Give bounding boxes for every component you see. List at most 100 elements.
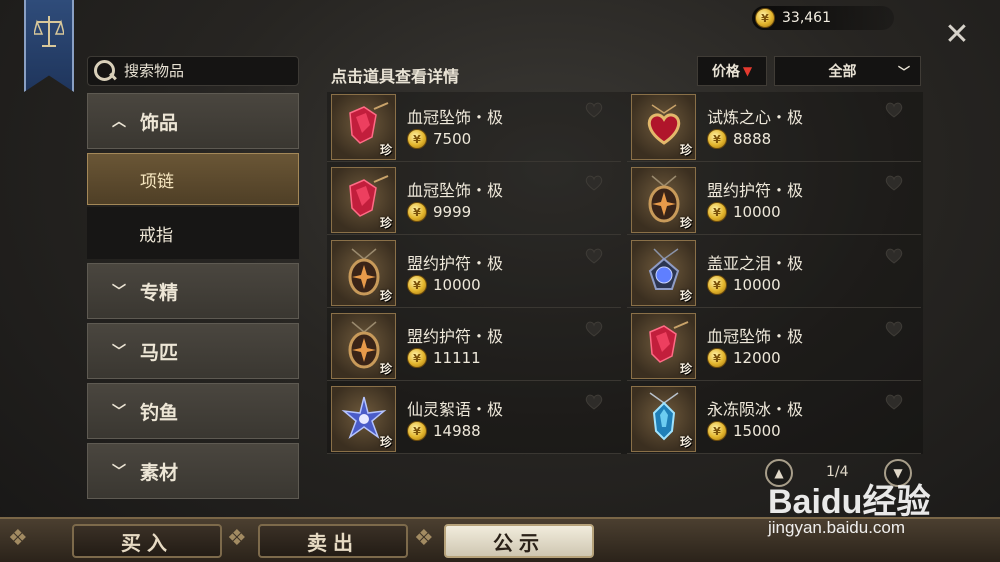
category-label: 马匹	[140, 341, 179, 364]
category-specialty[interactable]: ﹀ 专精	[87, 263, 299, 319]
item-icon: 珍	[631, 167, 696, 233]
heart-icon[interactable]	[885, 248, 903, 264]
item-card[interactable]: 珍 试炼之心・极 ¥8888	[627, 92, 921, 162]
heart-icon[interactable]	[585, 175, 603, 191]
ornament-icon: ❖	[227, 526, 247, 551]
subcategory-necklace[interactable]: 项链	[87, 153, 299, 205]
tab-label: 公示	[493, 530, 545, 555]
heart-icon[interactable]	[885, 175, 903, 191]
item-price: ¥14988	[407, 421, 481, 441]
item-price: ¥10000	[407, 275, 481, 295]
category-horse[interactable]: ﹀ 马匹	[87, 323, 299, 379]
price-value: 8888	[733, 130, 772, 148]
item-icon: 珍	[631, 313, 696, 379]
heart-icon[interactable]	[885, 394, 903, 410]
item-name: 血冠坠饰・极	[407, 108, 504, 127]
item-price: ¥12000	[707, 348, 781, 368]
heart-icon[interactable]	[585, 321, 603, 337]
item-name: 试炼之心・极	[707, 108, 804, 127]
category-accessories[interactable]: ︿ 饰品	[87, 93, 299, 149]
item-price: ¥15000	[707, 421, 781, 441]
rarity-tag: 珍	[379, 435, 392, 449]
search-icon	[90, 57, 118, 85]
ornament-icon: ❖	[414, 526, 434, 551]
tab-sell[interactable]: 卖出	[258, 524, 408, 558]
item-icon: 珍	[631, 94, 696, 160]
item-card[interactable]: 珍 永冻陨冰・极 ¥15000	[627, 384, 921, 454]
item-name: 盟约护符・极	[707, 181, 804, 200]
item-name: 血冠坠饰・极	[707, 327, 804, 346]
item-name: 盟约护符・极	[407, 327, 504, 346]
category-label: 素材	[140, 461, 179, 484]
price-value: 10000	[733, 276, 781, 294]
tab-buy[interactable]: 买入	[72, 524, 222, 558]
category-materials[interactable]: ﹀ 素材	[87, 443, 299, 499]
item-price: ¥8888	[707, 129, 771, 149]
item-name: 盖亚之泪・极	[707, 254, 804, 273]
price-value: 10000	[433, 276, 481, 294]
sort-down-arrow-icon: ▼	[742, 64, 753, 78]
price-value: 14988	[433, 422, 481, 440]
rarity-tag: 珍	[679, 289, 692, 303]
item-card[interactable]: 珍 血冠坠饰・极 ¥7500	[327, 92, 621, 162]
item-card[interactable]: 珍 仙灵絮语・极 ¥14988	[327, 384, 621, 454]
item-card[interactable]: 珍 血冠坠饰・极 ¥9999	[327, 165, 621, 235]
subcategory-ring[interactable]: 戒指	[87, 207, 299, 259]
watermark-logo: Baidu经验	[768, 483, 931, 521]
gold-coin-icon: ¥	[407, 202, 427, 222]
search-input[interactable]	[124, 62, 284, 80]
heart-icon[interactable]	[585, 248, 603, 264]
item-icon: 珍	[331, 386, 396, 452]
category-fishing[interactable]: ﹀ 钓鱼	[87, 383, 299, 439]
currency-amount: 33,461	[782, 10, 831, 26]
sort-label: 价格	[711, 64, 740, 80]
tab-label: 卖出	[307, 530, 359, 555]
gold-coin-icon: ¥	[407, 348, 427, 368]
heart-icon[interactable]	[885, 102, 903, 118]
filter-label: 全部	[828, 64, 857, 80]
close-button[interactable]: ✕	[942, 20, 972, 50]
item-card[interactable]: 珍 盟约护符・极 ¥10000	[627, 165, 921, 235]
search-box[interactable]	[87, 56, 299, 86]
heart-icon[interactable]	[885, 321, 903, 337]
item-icon: 珍	[331, 313, 396, 379]
chevron-down-icon: ﹀	[112, 404, 126, 420]
item-price: ¥10000	[707, 275, 781, 295]
heart-icon[interactable]	[585, 394, 603, 410]
category-label: 饰品	[140, 111, 179, 134]
chevron-down-icon: ﹀	[898, 64, 911, 79]
price-value: 11111	[433, 349, 481, 367]
item-card[interactable]: 珍 盟约护符・极 ¥11111	[327, 311, 621, 381]
item-grid: 珍血冠坠饰・极 ¥7500 珍试炼之心・极 ¥8888 珍血冠坠饰・极 ¥9999 珍盟约护…	[327, 92, 923, 454]
tab-label: 买入	[121, 530, 173, 555]
item-icon: 珍	[631, 240, 696, 306]
item-card[interactable]: 珍 盖亚之泪・极 ¥10000	[627, 238, 921, 308]
chevron-down-icon: ﹀	[112, 284, 126, 300]
item-icon: 珍	[631, 386, 696, 452]
currency-display: ¥ 33,461	[752, 6, 894, 30]
item-icon: 珍	[331, 240, 396, 306]
rarity-tag: 珍	[679, 362, 692, 376]
gold-coin-icon: ¥	[707, 348, 727, 368]
price-value: 10000	[733, 203, 781, 221]
price-value: 15000	[733, 422, 781, 440]
item-card[interactable]: 珍 血冠坠饰・极 ¥12000	[627, 311, 921, 381]
heart-icon[interactable]	[585, 102, 603, 118]
price-sort-button[interactable]: 价格 ▼	[697, 56, 767, 86]
item-price: ¥10000	[707, 202, 781, 222]
price-value: 7500	[433, 130, 472, 148]
gold-coin-icon: ¥	[707, 129, 727, 149]
tab-public[interactable]: 公示	[444, 524, 594, 558]
category-label: 专精	[140, 281, 179, 304]
watermark-url: jingyan.baidu.com	[768, 518, 906, 537]
subcategory-label: 戒指	[139, 225, 173, 246]
chevron-down-icon: ﹀	[112, 344, 126, 360]
rarity-tag: 珍	[679, 143, 692, 157]
item-price: ¥11111	[407, 348, 481, 368]
filter-dropdown[interactable]: 全部 ﹀	[774, 56, 921, 86]
item-name: 血冠坠饰・极	[407, 181, 504, 200]
rarity-tag: 珍	[679, 435, 692, 449]
item-card[interactable]: 珍 盟约护符・极 ¥10000	[327, 238, 621, 308]
item-price: ¥7500	[407, 129, 471, 149]
chevron-down-icon: ﹀	[112, 464, 126, 480]
